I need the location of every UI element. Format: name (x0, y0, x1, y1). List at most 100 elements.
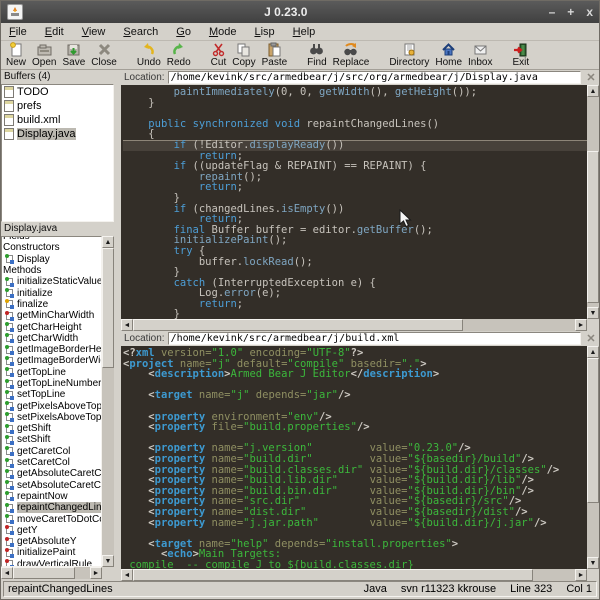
redo-button[interactable]: Redo (164, 42, 194, 68)
scrollbar-thumb[interactable] (587, 151, 599, 303)
buffer-item-build.xml[interactable]: build.xml (2, 113, 113, 127)
tag-item-getAbsoluteY[interactable]: getAbsoluteY (2, 536, 101, 547)
editor-horizontal-scrollbar[interactable]: ◄ ► (121, 319, 587, 331)
scroll-down-button[interactable]: ▼ (587, 307, 599, 319)
exit-button[interactable]: Exit (510, 42, 533, 68)
open-button[interactable]: Open (29, 42, 59, 68)
scrollbar-thumb[interactable] (133, 569, 533, 581)
scroll-up-button[interactable]: ▲ (587, 85, 599, 97)
scroll-up-button[interactable]: ▲ (587, 346, 599, 358)
sidebar-splitter[interactable] (114, 70, 121, 579)
tag-item-setCaretCol[interactable]: setCaretCol (2, 457, 101, 468)
scroll-right-button[interactable]: ► (90, 567, 102, 579)
code-line[interactable]: public synchronized void repaintChangedL… (123, 119, 587, 130)
code-line[interactable]: <property name="j.jar.path" value="${bui… (123, 518, 587, 529)
minimize-button[interactable]: – (549, 6, 556, 18)
tags-vertical-scrollbar[interactable]: ▲ ▼ (102, 236, 114, 567)
code-line[interactable]: } (123, 309, 587, 319)
scrollbar-thumb[interactable] (587, 358, 599, 503)
close-pane-icon[interactable]: ✕ (584, 71, 598, 84)
code-area[interactable]: <?xml version="1.0" encoding="UTF-8"?><p… (121, 346, 587, 569)
code-line[interactable]: return; (123, 182, 587, 193)
inbox-button[interactable]: Inbox (465, 42, 495, 68)
code-line[interactable]: paintImmediately(0, 0, getWidth(), getHe… (123, 87, 587, 98)
location-input[interactable] (168, 332, 581, 345)
code-line[interactable]: <target name="j" depends="jar"/> (123, 390, 587, 401)
undo-button[interactable]: Undo (134, 42, 164, 68)
tag-item-initializeStaticValues[interactable]: initializeStaticValues (2, 276, 101, 287)
home-button[interactable]: Home (432, 42, 465, 68)
tag-item-getY[interactable]: getY (2, 525, 101, 536)
editor-horizontal-scrollbar[interactable]: ◄ ► (121, 569, 587, 581)
buffer-item-prefs[interactable]: prefs (2, 99, 113, 113)
code-line[interactable]: <description>Armed Bear J Editor</descri… (123, 369, 587, 380)
tag-item-getCharWidth[interactable]: getCharWidth (2, 333, 101, 344)
tags-horizontal-scrollbar[interactable]: ◄ ► (1, 567, 102, 579)
editor-vertical-scrollbar[interactable]: ▲ ▼ (587, 346, 599, 569)
tag-category-constructors[interactable]: Constructors (2, 242, 101, 253)
cut-button[interactable]: Cut (208, 42, 230, 68)
tag-item-setTopLine[interactable]: setTopLine (2, 389, 101, 400)
scroll-left-button[interactable]: ◄ (1, 567, 13, 579)
tag-item-getTopLineNumber[interactable]: getTopLineNumber (2, 378, 101, 389)
editor-vertical-scrollbar[interactable]: ▲ ▼ (587, 85, 599, 319)
maximize-button[interactable]: + (567, 6, 574, 18)
menu-search[interactable]: Search (123, 26, 158, 38)
tag-item-getImageBorderWidth[interactable]: getImageBorderWidth (2, 355, 101, 366)
tag-item-Display[interactable]: Display (2, 254, 101, 265)
code-line[interactable]: } (123, 98, 587, 109)
close-pane-icon[interactable]: ✕ (584, 332, 598, 345)
scrollbar-thumb[interactable] (133, 319, 463, 331)
buffer-item-display.java[interactable]: Display.java (2, 127, 113, 141)
tag-item-repaintChangedLines[interactable]: repaintChangedLines (2, 502, 101, 513)
scroll-down-button[interactable]: ▼ (587, 557, 599, 569)
new-button[interactable]: New (3, 42, 29, 68)
tag-item-getShift[interactable]: getShift (2, 423, 101, 434)
tag-item-repaintNow[interactable]: repaintNow (2, 491, 101, 502)
tag-item-getCaretCol[interactable]: getCaretCol (2, 446, 101, 457)
location-input[interactable] (168, 71, 581, 84)
menu-file[interactable]: File (9, 26, 27, 38)
code-line[interactable]: buffer.lockRead(); (123, 257, 587, 268)
replace-button[interactable]: Replace (330, 42, 373, 68)
scroll-up-button[interactable]: ▲ (102, 236, 114, 248)
menu-help[interactable]: Help (293, 26, 316, 38)
copy-button[interactable]: Copy (229, 42, 258, 68)
menu-mode[interactable]: Mode (209, 26, 237, 38)
buffer-item-todo[interactable]: TODO (2, 85, 113, 99)
menu-edit[interactable]: Edit (45, 26, 64, 38)
tag-item-setAbsoluteCaretCol[interactable]: setAbsoluteCaretCol (2, 480, 101, 491)
tag-item-finalize[interactable]: finalize (2, 299, 101, 310)
code-area[interactable]: paintImmediately(0, 0, getWidth(), getHe… (121, 85, 587, 319)
tag-item-getTopLine[interactable]: getTopLine (2, 367, 101, 378)
tag-item-setShift[interactable]: setShift (2, 434, 101, 445)
tag-item-setPixelsAboveTopLine[interactable]: setPixelsAboveTopLine (2, 412, 101, 423)
code-line[interactable]: compile -- compile J to ${build.classes.… (123, 560, 587, 569)
paste-button[interactable]: Paste (259, 42, 291, 68)
tag-item-initializePaint[interactable]: initializePaint (2, 547, 101, 558)
save-button[interactable]: Save (59, 42, 88, 68)
menu-view[interactable]: View (82, 26, 106, 38)
directory-button[interactable]: Directory (386, 42, 432, 68)
code-line[interactable]: return; (123, 299, 587, 310)
menu-go[interactable]: Go (176, 26, 191, 38)
tag-item-getCharHeight[interactable]: getCharHeight (2, 321, 101, 332)
tag-item-getImageBorderHeight[interactable]: getImageBorderHeight (2, 344, 101, 355)
scroll-right-button[interactable]: ► (575, 319, 587, 331)
tag-category-methods[interactable]: Methods (2, 265, 101, 276)
tag-item-getPixelsAboveTopLine[interactable]: getPixelsAboveTopLine (2, 400, 101, 411)
close-window-button[interactable]: x (586, 6, 593, 18)
menu-lisp[interactable]: Lisp (254, 26, 274, 38)
tag-item-getAbsoluteCaretCol[interactable]: getAbsoluteCaretCol (2, 468, 101, 479)
tag-item-drawVerticalRule[interactable]: drawVerticalRule (2, 559, 101, 567)
scrollbar-thumb[interactable] (13, 567, 75, 579)
code-line[interactable]: <property file="build.properties"/> (123, 422, 587, 433)
tag-item-initialize[interactable]: initialize (2, 287, 101, 298)
find-button[interactable]: Find (304, 42, 329, 68)
scroll-left-button[interactable]: ◄ (121, 319, 133, 331)
tag-item-moveCaretToDotCol[interactable]: moveCaretToDotCol (2, 513, 101, 524)
tag-item-getMinCharWidth[interactable]: getMinCharWidth (2, 310, 101, 321)
scroll-down-button[interactable]: ▼ (102, 555, 114, 567)
close-button[interactable]: Close (88, 42, 120, 68)
scrollbar-thumb[interactable] (102, 248, 114, 368)
